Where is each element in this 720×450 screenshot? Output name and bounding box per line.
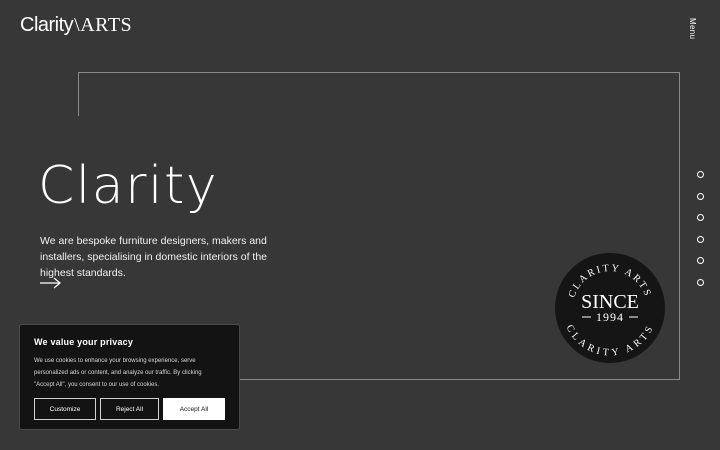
slide-dot-1[interactable] [697,171,704,178]
frame-left-segment [78,72,79,116]
logo-arts: ARTS [80,14,133,36]
slide-dot-6[interactable] [697,278,704,286]
logo-clarity: Clarity [20,14,74,36]
slide-nav [697,171,704,286]
arrow-right-icon[interactable] [40,274,62,293]
site-logo[interactable]: Clarity \ ARTS [20,14,132,37]
since-badge: CLARITY ARTS CLARITY ARTS SINCE 1994 [555,253,665,363]
accept-all-button[interactable]: Accept All [163,398,225,420]
cookie-body: We use cookies to enhance your browsing … [34,358,202,388]
reject-all-button[interactable]: Reject All [100,398,159,420]
cookie-banner: We value your privacy We use cookies to … [19,324,240,430]
slide-dot-5[interactable] [697,257,704,264]
slide-dot-2[interactable] [697,192,704,200]
slide-dot-3[interactable] [697,214,704,221]
customize-button[interactable]: Customize [34,398,96,420]
logo-slash: \ [74,14,80,36]
cookie-buttons: Customize Reject All Accept All [34,398,225,420]
hero-title: Clarity [38,156,219,216]
menu-button[interactable]: Menu [688,18,697,39]
cookie-title: We value your privacy [34,337,134,347]
hero-description: We are bespoke furniture designers, make… [40,235,268,279]
badge-year: 1994 [596,310,624,324]
slide-dot-4[interactable] [697,235,704,243]
